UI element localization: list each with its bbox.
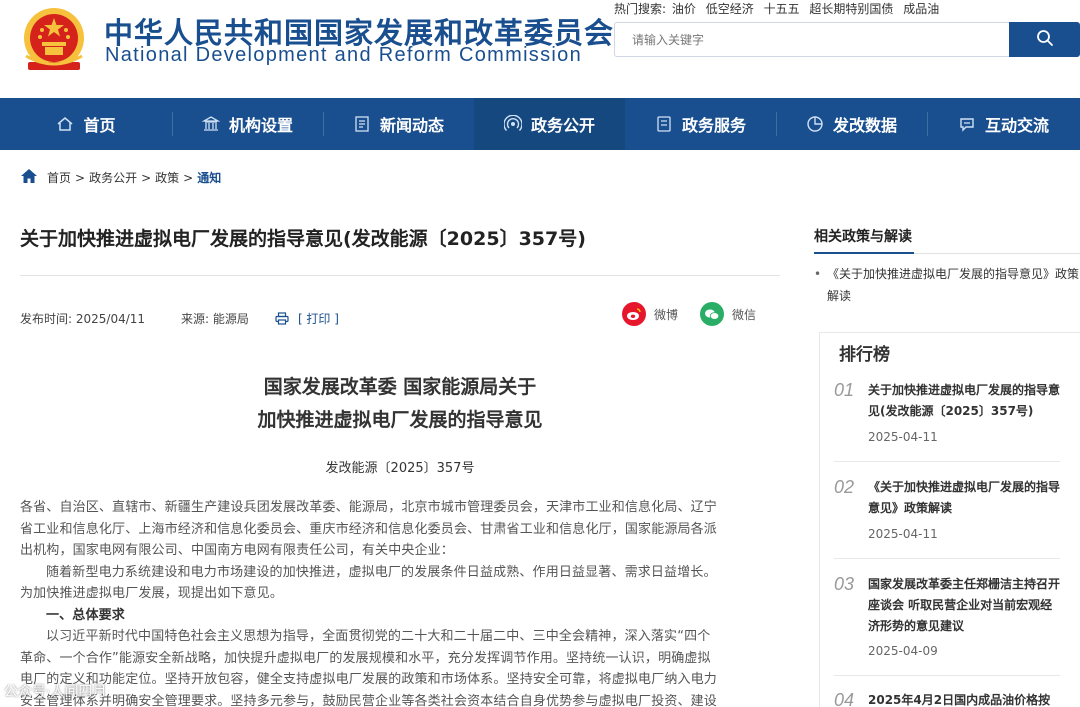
nav-divider [323,112,324,136]
body-line: 革命、一个合作”能源安全新战略，加快提升虚拟电厂的发展规模和水平，充分发挥调节作… [20,650,711,666]
chat-icon [958,115,976,133]
breadcrumb-separator: > [183,170,194,185]
body-line: 随着新型电力系统建设和电力市场建设的加快推进，虚拟电厂的发展条件日益成熟、作用日… [46,564,717,580]
hot-search-bar: 热门搜索: 油价 低空经济 十五五 超长期特别国债 成品油 [614,0,945,17]
ranking-divider [834,558,1060,559]
nav-label: 新闻动态 [379,116,444,135]
wechat-icon[interactable] [700,302,725,326]
ranking-number: 02 [834,477,855,497]
ranking-divider [834,675,1060,676]
ranking-link[interactable]: 《关于加快推进虚拟电厂发展的指导意见》政策解读 [868,477,1060,519]
printer-icon [275,312,289,325]
ranking-link[interactable]: 关于加快推进虚拟电厂发展的指导意见(发改能源〔2025〕357号) [868,380,1060,422]
nav-item-news[interactable]: 新闻动态 [323,98,474,150]
nav-divider [927,112,928,136]
ranking-number: 01 [834,380,855,400]
search-button[interactable] [1009,22,1080,57]
service-icon [655,115,673,133]
document-heading-line-1: 国家发展改革委 国家能源局关于 [263,376,537,398]
site-title-english[interactable]: National Development and Reform Commissi… [105,44,582,67]
search-input[interactable] [615,23,1009,56]
hot-search-term[interactable]: 成品油 [903,2,939,16]
site-header: 中华人民共和国国家发展和改革委员会 National Development a… [0,0,1080,98]
ranking-divider [834,461,1060,462]
hot-search-label: 热门搜索: [614,2,667,16]
nav-label: 首页 [83,116,116,135]
hot-search-term[interactable]: 十五五 [764,2,800,16]
home-icon[interactable] [20,168,38,187]
print-button[interactable]: [ 打印 ] [275,310,339,327]
ranking-date: 2025-04-09 [868,644,938,658]
publish-info: 发布时间: 2025/04/11 [20,310,145,327]
breadcrumb: 首页 > 政务公开 > 政策 > 通知 [20,168,221,187]
broadcast-icon [503,115,522,133]
article-body: 各省、自治区、直辖市、新疆生产建设兵团发展改革委、能源局，北京市城市管理委员会，… [20,497,780,707]
nav-item-data[interactable]: 发改数据 [776,98,927,150]
body-line: 为加快推进虚拟电厂发展，现提出如下意见。 [20,586,284,601]
source-value: 能源局 [212,312,249,326]
breadcrumb-link[interactable]: 首页 [47,169,71,186]
watermark: 公众号·人间四月 [4,684,107,700]
nav-item-government-affairs[interactable]: 政务公开 [474,98,625,150]
source-label: 来源: [181,312,210,326]
related-policies-title: 相关政策与解读 [814,229,912,245]
publish-date: 2025/04/11 [75,312,146,326]
breadcrumb-link[interactable]: 政策 [155,169,179,186]
related-title-underline [814,252,914,254]
ranking-title: 排行榜 [839,345,890,365]
weibo-label[interactable]: 微博 [654,306,678,323]
breadcrumb-current[interactable]: 通知 [197,169,221,186]
nav-item-services[interactable]: 政务服务 [625,98,776,150]
nav-label: 政务公开 [530,116,595,135]
breadcrumb-separator: > [141,170,152,185]
body-line: 各省、自治区、直辖市、新疆生产建设兵团发展改革委、能源局，北京市城市管理委员会，… [20,500,717,515]
pie-chart-icon [806,115,824,133]
body-line: 出机构，国家电网有限公司、中国南方电网有限责任公司，有关中央企业： [20,543,454,558]
article-title: 关于加快推进虚拟电厂发展的指导意见(发改能源〔2025〕357号) [20,228,586,250]
title-divider [20,275,780,276]
national-emblem-logo[interactable] [18,6,90,74]
nav-label: 发改数据 [832,116,897,135]
breadcrumb-separator: > [75,170,86,185]
breadcrumb-link[interactable]: 政务公开 [89,169,137,186]
nav-label: 政务服务 [681,116,746,135]
ranking-number: 04 [834,690,855,707]
nav-label: 互动交流 [984,116,1049,135]
weibo-icon[interactable] [622,302,646,326]
section-heading: 一、总体要求 [46,607,125,623]
body-line: 以习近平新时代中国特色社会主义思想为指导，全面贯彻党的二十大和二十届二中、三中全… [46,629,711,644]
nav-item-home[interactable]: 首页 [0,98,172,150]
home-icon [56,115,74,133]
publish-label: 发布时间: [20,312,73,326]
print-label: [ 打印 ] [297,312,339,326]
ranking-date: 2025-04-11 [868,430,938,444]
document-number: 发改能源〔2025〕357号 [325,461,475,476]
ranking-date: 2025-04-11 [868,527,938,541]
wechat-label[interactable]: 微信 [732,306,756,323]
body-line: 电厂的定义和功能定位。坚持开放包容，健全支持虚拟电厂发展的政策和市场体系。坚持安… [20,672,717,687]
nav-label: 机构设置 [228,116,293,135]
nav-divider [172,112,173,136]
hot-search-term[interactable]: 油价 [672,2,696,16]
body-line: 省工业和信息化厅、上海市经济和信息化委员会、重庆市经济和信息化委员会、甘肃省工业… [20,521,717,537]
nav-divider [776,112,777,136]
ranking-link[interactable]: 国家发展改革委主任郑栅洁主持召开座谈会 听取民营企业对当前宏观经济形势的意见建议 [868,574,1060,637]
source-info: 来源: 能源局 [181,310,249,327]
body-line: 安全管理体系并明确安全管理要求。坚持多元参与，鼓励民营企业等各类社会资本结合自身… [20,693,717,707]
search-icon [1036,29,1054,51]
news-icon [353,115,371,133]
hot-search-term[interactable]: 超长期特别国债 [809,2,893,16]
nav-item-interaction[interactable]: 互动交流 [927,98,1080,150]
nav-item-institution[interactable]: 机构设置 [172,98,323,150]
related-policy-link[interactable]: 《关于加快推进虚拟电厂发展的指导意见》政策解读 [814,263,1080,307]
institution-icon [201,115,220,133]
search-box [614,22,1009,57]
document-heading-line-2: 加快推进虚拟电厂发展的指导意见 [257,409,543,431]
share-bar: 微博 微信 [622,302,756,326]
hot-search-term[interactable]: 低空经济 [706,2,754,16]
ranking-link[interactable]: 2025年4月2日国内成品油价格按机 [868,690,1060,707]
article-meta: 发布时间: 2025/04/11 来源: 能源局 [ 打印 ] [20,310,339,327]
main-nav: 首页 机构设置 新闻动态 政务公开 政务服务 发改数据 互动交流 [0,98,1080,150]
ranking-number: 03 [834,574,855,594]
